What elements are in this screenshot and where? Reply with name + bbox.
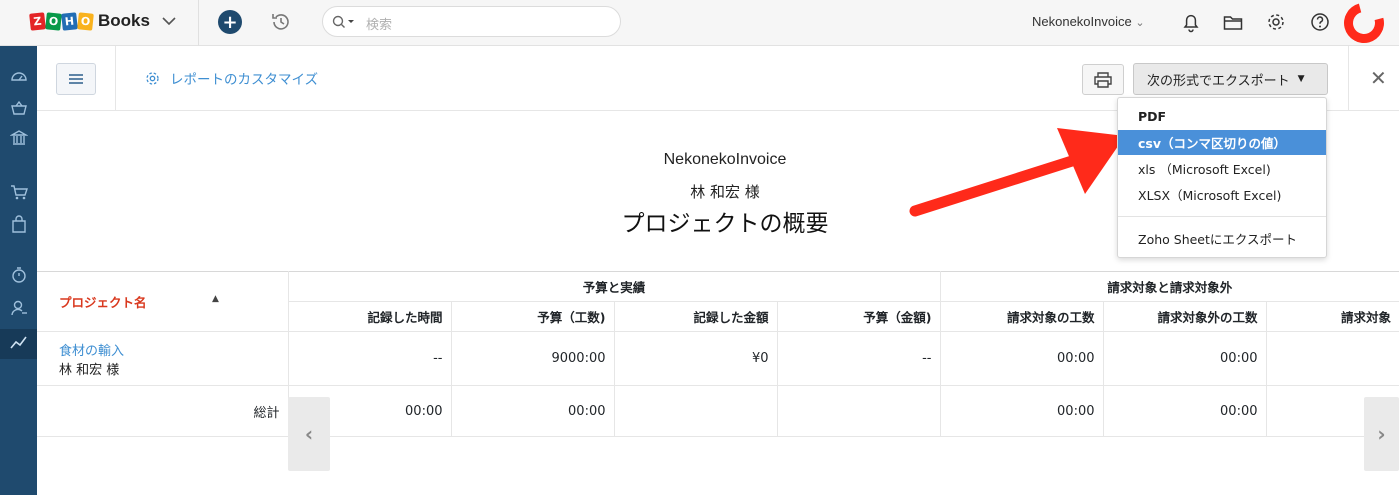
column-header: 記録した時間 <box>288 301 452 332</box>
hamburger-icon <box>69 74 83 84</box>
organization-switcher[interactable]: NekonekoInvoice ⌄ <box>1032 14 1145 29</box>
left-sidebar <box>0 46 37 495</box>
scroll-left-button[interactable]: ‹ <box>288 397 330 471</box>
export-option-pdf[interactable]: PDF <box>1118 104 1326 129</box>
gear-icon[interactable] <box>1265 11 1287 33</box>
export-option-xlsx[interactable]: XLSX（Microsoft Excel) <box>1118 182 1326 207</box>
table-row: 食材の輸入 林 和宏 様 -- 9000:00 ¥0 -- 00:00 00:0… <box>37 331 1399 386</box>
export-option-zoho-sheet[interactable]: Zoho Sheetにエクスポート <box>1118 226 1326 251</box>
history-icon[interactable] <box>270 11 292 33</box>
column-header: 予算（工数) <box>451 301 615 332</box>
main-content: レポートのカスタマイズ 次の形式でエクスポート ▼ ✕ NekonekoInvo… <box>37 46 1399 495</box>
column-header: 記録した金額 <box>614 301 778 332</box>
total-cell: 00:00 <box>451 385 615 437</box>
caret-down-icon: ▼ <box>1297 74 1305 84</box>
table-cell: -- <box>777 331 941 386</box>
timer-icon[interactable] <box>10 266 28 284</box>
total-cell <box>777 385 941 437</box>
user-avatar[interactable] <box>1336 0 1392 51</box>
total-row: 総計 00:00 00:00 00:00 00:00 <box>37 385 1399 437</box>
search-icon[interactable] <box>332 14 356 30</box>
total-cell <box>614 385 778 437</box>
help-icon[interactable] <box>1309 11 1331 33</box>
export-option-csv[interactable]: csv（コンマ区切りの値） <box>1118 130 1326 155</box>
logo-letter: Z <box>29 11 46 31</box>
cart-icon[interactable] <box>10 183 28 201</box>
dashboard-icon[interactable] <box>10 67 28 85</box>
printer-icon <box>1094 71 1112 88</box>
chevron-right-icon: › <box>1377 422 1386 446</box>
table-cell: -- <box>288 331 452 386</box>
search-box[interactable]: 検索 <box>322 6 621 37</box>
column-header: 請求対象 <box>1266 301 1399 332</box>
divider <box>1348 46 1349 111</box>
accountant-icon[interactable] <box>10 299 28 317</box>
chevron-left-icon: ‹ <box>304 422 314 446</box>
table-cell <box>1266 331 1399 386</box>
logo-letter: H <box>61 11 78 31</box>
project-customer: 林 和宏 様 <box>59 363 120 378</box>
total-label: 総計 <box>37 385 289 437</box>
divider <box>198 0 199 46</box>
top-bar: Z O H O Books + 検索 NekonekoInvoice ⌄ <box>0 0 1399 51</box>
close-icon[interactable]: ✕ <box>1370 66 1387 90</box>
logo-letter: O <box>45 11 62 31</box>
folder-icon[interactable] <box>1222 11 1244 33</box>
project-name-header[interactable]: プロジェクト名 ▲ <box>37 271 289 332</box>
project-cell: 食材の輸入 林 和宏 様 <box>37 331 289 386</box>
hamburger-menu-button[interactable] <box>56 63 96 95</box>
project-summary-table: プロジェクト名 ▲ 予算と実績 請求対象と請求対象外 記録した時間 予算（工数) … <box>37 271 1399 437</box>
customize-label: レポートのカスタマイズ <box>170 72 319 88</box>
export-dropdown-button[interactable]: 次の形式でエクスポート ▼ <box>1133 63 1328 95</box>
print-button[interactable] <box>1082 64 1124 95</box>
export-option-xls[interactable]: xls （Microsoft Excel) <box>1118 156 1326 181</box>
table-cell: ¥0 <box>614 331 778 386</box>
scroll-right-button[interactable]: › <box>1364 397 1399 471</box>
export-label: 次の形式でエクスポート <box>1147 73 1290 89</box>
project-name-header-label: プロジェクト名 <box>59 295 147 310</box>
table-cell: 00:00 <box>940 331 1104 386</box>
column-header: 請求対象の工数 <box>940 301 1104 332</box>
basket-icon[interactable] <box>10 99 28 117</box>
gear-icon <box>146 71 159 85</box>
bell-icon[interactable] <box>1180 11 1202 33</box>
logo-letter: O <box>77 11 94 31</box>
red-arrow-annotation <box>909 128 1125 217</box>
export-dropdown-menu: PDF csv（コンマ区切りの値） xls （Microsoft Excel) … <box>1117 97 1327 258</box>
group-header: 予算と実績 <box>288 271 941 302</box>
product-name: Books <box>98 11 150 30</box>
table-cell: 9000:00 <box>451 331 615 386</box>
search-input[interactable]: 検索 <box>366 14 392 33</box>
total-cell: 00:00 <box>940 385 1104 437</box>
divider <box>115 46 116 111</box>
table-cell: 00:00 <box>1103 331 1267 386</box>
column-header: 予算（金額) <box>777 301 941 332</box>
column-header: 請求対象外の工数 <box>1103 301 1267 332</box>
zoho-books-logo[interactable]: Z O H O Books <box>29 11 176 31</box>
group-header: 請求対象と請求対象外 <box>940 271 1399 302</box>
customize-report-link[interactable]: レポートのカスタマイズ <box>145 68 318 88</box>
menu-divider <box>1118 216 1326 217</box>
total-cell: 00:00 <box>1103 385 1267 437</box>
chevron-down-icon[interactable] <box>162 17 176 25</box>
reports-icon[interactable] <box>10 333 28 351</box>
sort-icon[interactable]: ▲ <box>212 294 219 304</box>
bank-icon[interactable] <box>10 129 28 147</box>
shopping-bag-icon[interactable] <box>10 215 28 233</box>
org-name: NekonekoInvoice <box>1032 14 1132 29</box>
project-link[interactable]: 食材の輸入 <box>59 340 280 359</box>
quick-create-button[interactable]: + <box>218 10 242 34</box>
